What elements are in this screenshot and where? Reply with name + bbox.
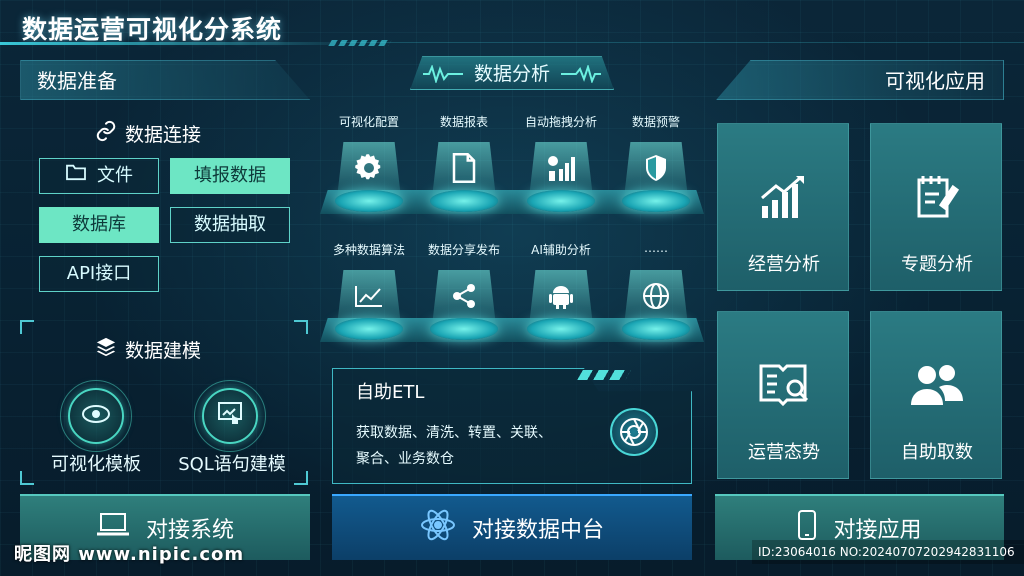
sql-model-button[interactable] [202,388,258,444]
title-divider [340,42,1024,43]
layers-icon [95,336,117,363]
link-icon [95,120,117,147]
globe-icon [642,282,670,314]
notepad-pen-icon [913,172,961,224]
app-title: 数据运营可视化分系统 [22,15,283,44]
etl-stripes [577,370,631,380]
tile-topic-analysis[interactable]: 专题分析 [870,123,1002,291]
etl-title: 自助ETL [356,382,425,403]
data-extract-button[interactable]: 数据抽取 [170,207,290,243]
left-section-header: 数据准备 [20,60,310,100]
data-modeling-label: 数据建模 [125,340,202,362]
wave-left-icon [423,65,463,83]
tile-self-service-data[interactable]: 自助取数 [870,311,1002,479]
connect-data-platform-label: 对接数据中台 [471,518,604,543]
connect-data-platform-button[interactable]: 对接数据中台 [332,494,692,560]
title-underline [0,42,330,45]
pod-label-auto-drag: 自动拖拽分析 [524,115,597,129]
bar-gear-icon [545,153,577,187]
users-icon [909,361,965,411]
android-icon [548,282,574,314]
pod-label-data-alert: 数据预警 [631,115,680,129]
right-section-header: 可视化应用 [716,60,1004,100]
pod-label-share-publish: 数据分享发布 [427,243,500,257]
share-icon [451,283,477,313]
sql-model-label: SQL语句建模 [178,454,286,475]
wave-right-icon [561,65,601,83]
folder-icon [65,159,87,193]
center-header-label: 数据分析 [473,63,550,85]
data-connect-title: 数据连接 [95,120,201,147]
pod-label-ai-assist: AI辅助分析 [531,243,591,257]
tile-business-analysis[interactable]: 经营分析 [717,123,849,291]
data-connect-label: 数据连接 [125,124,202,146]
watermark-left: 昵图网 www.nipic.com [14,544,245,565]
pod-label-visual-config: 可视化配置 [338,115,399,129]
tile-self-service-data-label: 自助取数 [901,442,973,463]
eye-icon [81,404,111,428]
etl-line-1: 获取数据、清洗、转置、关联、 [356,425,552,441]
trend-chart-icon [354,284,384,312]
tile-operation-status[interactable]: 运营态势 [717,311,849,479]
api-button[interactable]: API接口 [39,256,159,292]
fill-report-button[interactable]: 填报数据 [170,158,290,194]
visual-template-label: 可视化模板 [51,454,141,475]
tile-operation-status-label: 运营态势 [748,442,820,463]
atom-icon [420,507,456,549]
file-button[interactable]: 文件 [39,158,159,194]
title-decoration [328,40,392,46]
pod-label-data-report: 数据报表 [439,115,488,129]
etl-line-2: 聚合、业务数仓 [356,451,454,467]
watermark-right: ID:23064016 NO:20240707202942831106 [752,540,1024,564]
visual-template-button[interactable] [68,388,124,444]
shield-icon [644,154,668,186]
pod-label-algorithms: 多种数据算法 [332,243,405,257]
document-icon [451,153,477,187]
gear-icon [354,153,384,187]
aperture-icon [610,408,658,456]
database-button[interactable]: 数据库 [39,207,159,243]
touch-screen-icon [216,400,244,432]
tile-business-analysis-label: 经营分析 [748,254,820,275]
tile-topic-analysis-label: 专题分析 [901,254,973,275]
pod-label-more: …… [644,241,668,255]
etl-description: 获取数据、清洗、转置、关联、 聚合、业务数仓 [356,420,586,472]
book-search-icon [757,360,811,412]
data-modeling-title: 数据建模 [95,336,201,363]
growth-chart-icon [758,172,810,224]
file-button-label: 文件 [97,165,133,186]
center-section-header: 数据分析 [410,56,614,90]
